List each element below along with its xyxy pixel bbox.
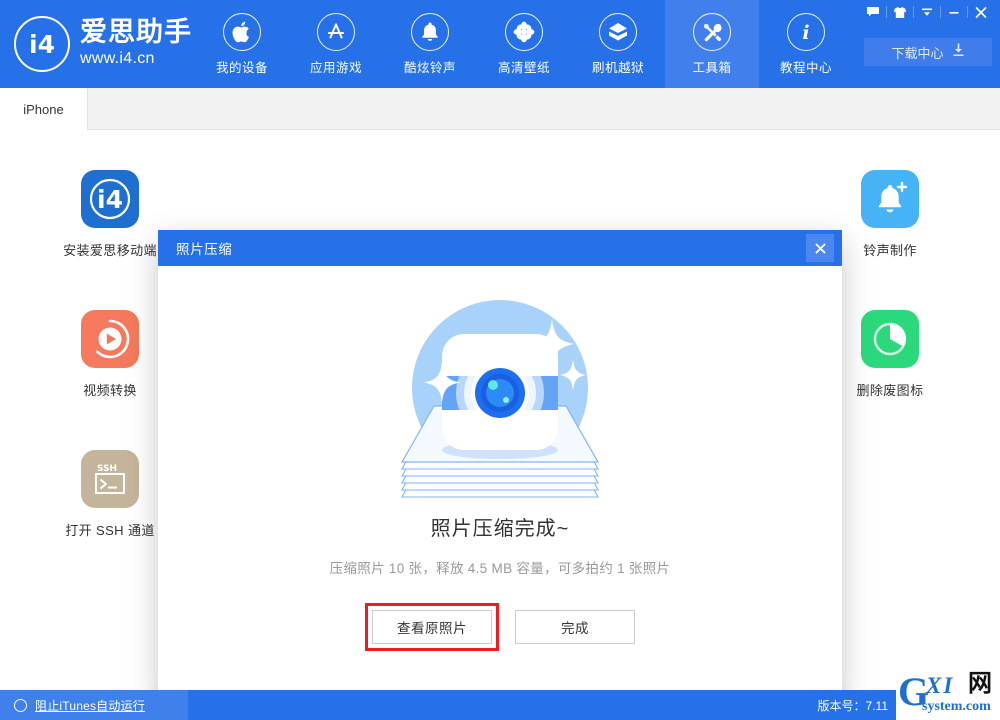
svg-text:SSH: SSH [97, 464, 117, 474]
tool-label: 删除废图标 [856, 383, 924, 398]
download-center-button[interactable]: 下载中心 [864, 38, 992, 66]
tool-label: 安装爱思移动端 [63, 243, 157, 258]
site-watermark: G XI 网 system.com [896, 668, 1000, 720]
close-icon[interactable] [806, 234, 834, 262]
version-label: 版本号：7.11 [817, 698, 888, 713]
openbox-icon [599, 12, 637, 51]
flower-icon [505, 12, 543, 51]
status-bar: 阻止iTunes自动运行 版本号：7.11 [0, 690, 1000, 720]
tab-label: iPhone [23, 101, 64, 117]
highlight-annotation: 查看原照片 [365, 603, 499, 651]
i4-logo-icon: i4 [14, 16, 70, 72]
download-center-label: 下载中心 [891, 45, 944, 61]
app-window: i4 爱思助手 www.i4.cn 我的设备 应用游戏 酷炫铃声 高清壁纸 刷机… [0, 0, 1000, 720]
nav-item-apps-games[interactable]: 应用游戏 [289, 0, 383, 88]
tool-label: 视频转换 [83, 383, 137, 398]
tools-icon [693, 12, 731, 51]
nav-item-label: 刷机越狱 [591, 60, 644, 75]
nav-item-label: 酷炫铃声 [403, 60, 456, 75]
photo-compress-dialog: 照片压缩 照片压缩完成~ 压缩照片 10 张，释放 4.5 MB 容量，可多拍约… [158, 230, 842, 696]
pie-clean-icon [861, 310, 919, 368]
close-icon[interactable] [968, 0, 994, 24]
i4-app-icon: i4 [81, 170, 139, 228]
chevron-down-icon[interactable] [914, 0, 940, 24]
minimize-icon[interactable] [941, 0, 967, 24]
main-nav: 我的设备 应用游戏 酷炫铃声 高清壁纸 刷机越狱 工具箱 i 教程中心 [195, 0, 853, 88]
tool-label: 铃声制作 [863, 243, 917, 258]
dialog-subtext: 压缩照片 10 张，释放 4.5 MB 容量，可多拍约 1 张照片 [329, 561, 671, 576]
toolbox-content: i4 安装爱思移动端 视频转换 SSH 打开 SSH 通道 铃声制作 删除废图标… [0, 130, 1000, 720]
svg-text:i: i [802, 22, 809, 43]
nav-item-my-device[interactable]: 我的设备 [195, 0, 289, 88]
nav-item-toolbox[interactable]: 工具箱 [665, 0, 759, 88]
tab-iphone[interactable]: iPhone [0, 88, 88, 130]
block-itunes-toggle[interactable]: 阻止iTunes自动运行 [0, 690, 188, 720]
nav-item-label: 应用游戏 [309, 60, 362, 75]
info-icon: i [787, 12, 825, 51]
logo-name: 爱思助手 [80, 17, 192, 48]
appstore-icon [317, 12, 355, 51]
circle-icon [14, 698, 27, 712]
bell-plus-icon [861, 170, 919, 228]
nav-item-label: 我的设备 [215, 60, 268, 75]
app-logo: i4 爱思助手 www.i4.cn [14, 16, 192, 72]
dialog-titlebar: 照片压缩 [158, 230, 842, 266]
dialog-button-row: 查看原照片 完成 [365, 603, 635, 651]
nav-item-wallpapers[interactable]: 高清壁纸 [477, 0, 571, 88]
dialog-body: 照片压缩完成~ 压缩照片 10 张，释放 4.5 MB 容量，可多拍约 1 张照… [158, 266, 842, 696]
svg-text:i4: i4 [97, 185, 123, 214]
nav-item-label: 高清壁纸 [497, 60, 550, 75]
button-label: 查看原照片 [397, 621, 467, 636]
feedback-icon[interactable] [860, 0, 886, 24]
photo-compress-illustration [380, 292, 620, 502]
nav-item-label: 教程中心 [779, 60, 832, 75]
logo-url: www.i4.cn [80, 50, 155, 67]
nav-item-jailbreak[interactable]: 刷机越狱 [571, 0, 665, 88]
device-tabbar: iPhone [0, 88, 1000, 130]
view-original-photos-button[interactable]: 查看原照片 [372, 610, 492, 644]
window-controls [860, 0, 994, 24]
block-itunes-label: 阻止iTunes自动运行 [35, 698, 145, 713]
app-header: i4 爱思助手 www.i4.cn 我的设备 应用游戏 酷炫铃声 高清壁纸 刷机… [0, 0, 1000, 88]
bell-icon [411, 12, 449, 51]
download-icon [952, 42, 965, 62]
watermark-xi: XI [926, 673, 955, 698]
dialog-title: 照片压缩 [176, 242, 233, 257]
button-label: 完成 [561, 621, 589, 636]
nav-item-ringtones[interactable]: 酷炫铃声 [383, 0, 477, 88]
dialog-heading: 照片压缩完成~ [430, 518, 570, 540]
nav-item-label: 工具箱 [692, 60, 732, 75]
skin-icon[interactable] [887, 0, 913, 24]
apple-icon [223, 12, 261, 51]
nav-item-tutorials[interactable]: i 教程中心 [759, 0, 853, 88]
tool-label: 打开 SSH 通道 [65, 523, 155, 538]
video-play-icon [81, 310, 139, 368]
finish-button[interactable]: 完成 [515, 610, 635, 644]
watermark-system: system.com [922, 699, 991, 714]
ssh-terminal-icon: SSH [81, 450, 139, 508]
svg-text:i4: i4 [29, 30, 55, 59]
watermark-wang: 网 [968, 670, 992, 697]
